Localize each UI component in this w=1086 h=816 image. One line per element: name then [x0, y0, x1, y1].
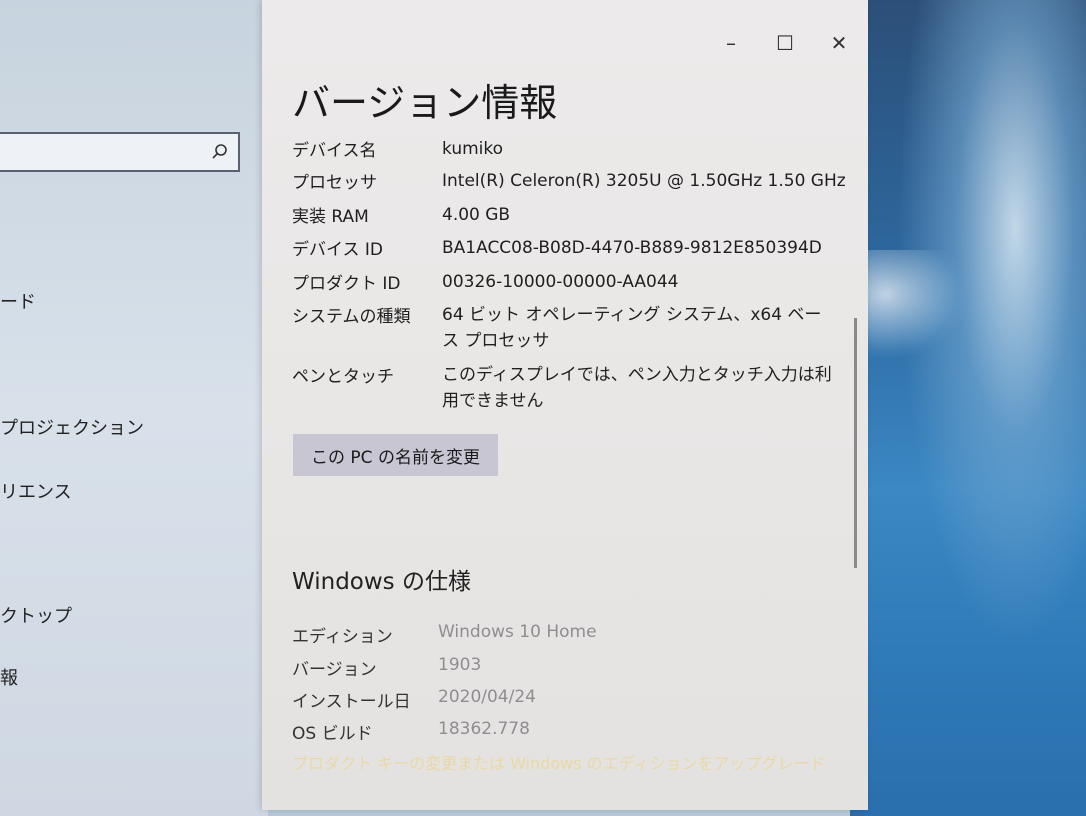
- wallpaper-wave: [850, 250, 970, 360]
- sidebar-item-mode[interactable]: ード: [0, 288, 36, 314]
- spec-label: デバイス名: [292, 141, 377, 161]
- win-value: 1903: [438, 655, 482, 675]
- win-value: Windows 10 Home: [438, 622, 597, 642]
- spec-value: BA1ACC08-B08D-4470-B889-9812E850394D: [442, 238, 822, 258]
- minimize-button[interactable]: –: [708, 20, 754, 66]
- spec-label: プロセッサ: [292, 173, 377, 193]
- title-bar[interactable]: – ☐ ✕: [262, 20, 868, 66]
- spec-label: プロダクト ID: [292, 274, 401, 294]
- win-value: 2020/04/24: [438, 687, 536, 707]
- sidebar-item-desktop[interactable]: クトップ: [0, 602, 72, 628]
- spec-label: 実装 RAM: [292, 207, 369, 227]
- spec-value: このディスプレイでは、ペン入力とタッチ入力は利用できません: [442, 365, 832, 411]
- spec-label: システムの種類: [292, 307, 411, 327]
- win-label: エディション: [292, 627, 393, 647]
- win-label: OS ビルド: [292, 724, 373, 744]
- spec-value: 00326-10000-00000-AA044: [442, 272, 679, 292]
- settings-search-input[interactable]: [0, 132, 240, 172]
- rename-pc-button[interactable]: この PC の名前を変更: [293, 434, 498, 476]
- sidebar-item-experience[interactable]: リエンス: [0, 478, 72, 504]
- about-window: – ☐ ✕ バージョン情報 デバイス名 kumiko プロセッサ Intel(R…: [262, 0, 868, 810]
- page-title: バージョン情報: [292, 81, 558, 125]
- sidebar-item-info[interactable]: 報: [0, 664, 18, 690]
- win-label: バージョン: [292, 660, 377, 680]
- windows-spec-title: Windows の仕様: [292, 569, 471, 595]
- maximize-button[interactable]: ☐: [762, 20, 808, 66]
- spec-value: 64 ビット オペレーティング システム、x64 ベース プロセッサ: [442, 305, 822, 351]
- win-label: インストール日: [292, 692, 411, 712]
- win-value: 18362.778: [438, 719, 530, 739]
- close-button[interactable]: ✕: [816, 20, 862, 66]
- desktop-wallpaper: [850, 0, 1086, 816]
- spec-label: ペンとタッチ: [292, 367, 394, 387]
- upgrade-edition-link[interactable]: プロダクト キーの変更または Windows のエディションをアップグレード: [292, 750, 826, 774]
- sidebar-item-projection[interactable]: プロジェクション: [0, 414, 144, 440]
- spec-value: 4.00 GB: [442, 205, 511, 225]
- settings-sidebar: ード プロジェクション リエンス クトップ 報: [0, 0, 268, 816]
- spec-label: デバイス ID: [292, 240, 383, 260]
- spec-value: Intel(R) Celeron(R) 3205U @ 1.50GHz 1.50…: [442, 171, 846, 191]
- scrollbar[interactable]: [854, 318, 857, 568]
- search-icon: [212, 144, 227, 159]
- spec-value: kumiko: [442, 139, 504, 159]
